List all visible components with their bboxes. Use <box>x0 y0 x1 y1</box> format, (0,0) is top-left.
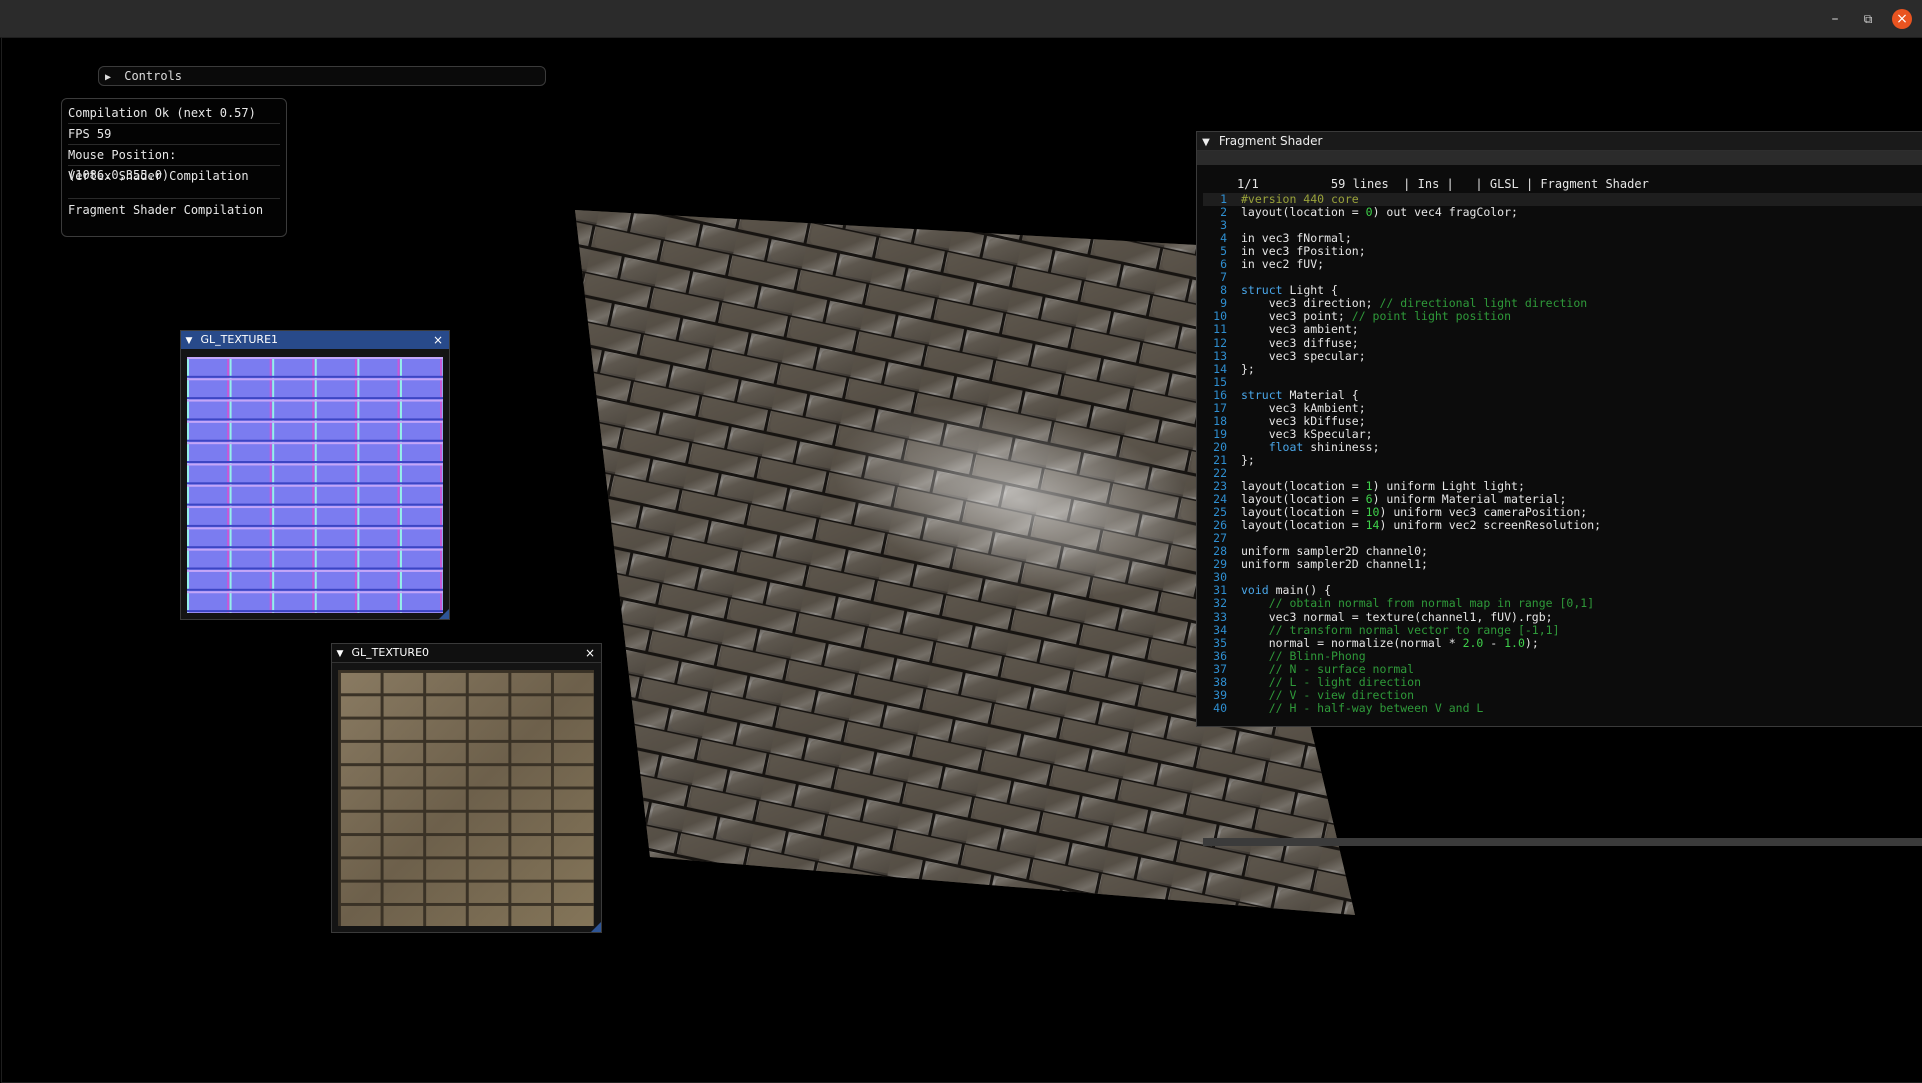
line-number: 38 <box>1213 674 1227 689</box>
code-line[interactable]: 40 // H - half-way between V and L <box>1203 700 1922 715</box>
line-number: 19 <box>1213 426 1227 441</box>
code-text: in vec2 fUV; <box>1241 257 1325 272</box>
compilation-status: Compilation Ok (next 0.57) <box>68 103 280 124</box>
code-text: struct Material { <box>1241 387 1359 402</box>
editor-toolbar <box>1197 151 1922 165</box>
vertex-shader-compilation-label: Vertex Shader Compilation <box>68 166 280 199</box>
code-text: layout(location = 6) uniform Material ma… <box>1241 492 1567 507</box>
window-title-bar: – ⧉ × <box>0 0 1922 38</box>
code-text: vec3 kDiffuse; <box>1241 413 1366 428</box>
resize-grip-icon[interactable] <box>439 609 449 619</box>
code-text: in vec3 fPosition; <box>1241 244 1366 259</box>
code-line[interactable]: 6 in vec2 fUV; <box>1203 258 1922 271</box>
close-icon[interactable]: × <box>585 644 595 662</box>
code-text: normal = normalize(normal * 2.0 - 1.0); <box>1241 635 1539 650</box>
line-number: 39 <box>1213 687 1227 702</box>
code-text: // Blinn-Phong <box>1268 648 1366 663</box>
code-text: }; <box>1241 452 1255 467</box>
code-line[interactable]: 21}; <box>1203 452 1922 467</box>
code-line[interactable]: 2 layout(location = 0) out vec4 fragColor… <box>1203 205 1922 220</box>
code-line[interactable]: 20 float shininess; <box>1203 439 1922 454</box>
code-line[interactable]: 26 layout(location = 14) uniform vec2 scr… <box>1203 519 1922 532</box>
code-text: layout(location = 0) out vec4 fragColor; <box>1241 205 1518 220</box>
code-text: vec3 direction; // directional light dir… <box>1241 296 1588 311</box>
texture0-title-bar[interactable]: ▼ GL_TEXTURE0 × <box>332 644 601 663</box>
code-text: layout(location = 10) uniform vec3 camer… <box>1241 505 1588 520</box>
code-text: vec3 ambient; <box>1241 322 1359 337</box>
code-text: // L - light direction <box>1268 674 1422 689</box>
code-editor[interactable]: 1 #version 440 core 2 layout(location = 0) … <box>1203 193 1922 837</box>
expand-arrow-icon[interactable]: ▶ <box>99 69 117 87</box>
maximize-button[interactable]: ⧉ <box>1858 9 1878 29</box>
code-text: vec3 kSpecular; <box>1241 426 1373 441</box>
code-text: layout(location = 1) uniform Light light… <box>1241 479 1525 494</box>
line-number: 40 <box>1213 700 1227 715</box>
code-text: layout(location = 14) uniform vec2 scree… <box>1241 518 1602 533</box>
collapse-arrow-icon[interactable]: ▼ <box>181 332 197 350</box>
code-text: vec3 point; // point light position <box>1241 309 1512 324</box>
code-text: uniform sampler2D channel0; <box>1241 544 1428 559</box>
minimize-button[interactable]: – <box>1825 9 1845 29</box>
normal-map-texture-image <box>187 357 443 613</box>
line-number: 17 <box>1213 400 1227 415</box>
fragment-shader-title: Fragment Shader <box>1218 134 1323 148</box>
resize-grip-icon[interactable] <box>591 922 601 932</box>
line-number: 12 <box>1213 335 1227 350</box>
line-number: 13 <box>1213 348 1227 363</box>
texture0-window[interactable]: ▼ GL_TEXTURE0 × <box>331 643 602 933</box>
controls-collapsible-header[interactable]: ▶ Controls <box>98 66 546 86</box>
code-text: void main() { <box>1241 583 1332 598</box>
code-line[interactable]: 13 vec3 specular; <box>1203 348 1922 363</box>
diffuse-texture-image <box>338 670 594 926</box>
code-text: vec3 diffuse; <box>1241 335 1359 350</box>
fragment-shader-compilation-label: Fragment Shader Compilation <box>68 203 264 217</box>
code-text: }; <box>1241 361 1255 376</box>
collapse-arrow-icon[interactable]: ▼ <box>1197 134 1215 152</box>
code-text: uniform sampler2D channel1; <box>1241 557 1428 572</box>
line-number: 36 <box>1213 648 1227 663</box>
code-text: float shininess; <box>1268 439 1380 454</box>
collapse-arrow-icon[interactable]: ▼ <box>332 645 348 663</box>
code-text: in vec3 fNormal; <box>1241 231 1352 246</box>
close-icon[interactable]: × <box>433 331 443 349</box>
horizontal-scrollbar[interactable] <box>1203 838 1922 846</box>
line-number: 37 <box>1213 661 1227 676</box>
code-text: // transform normal vector to range [-1,… <box>1268 622 1560 637</box>
texture1-window[interactable]: ▼ GL_TEXTURE1 × <box>180 330 450 620</box>
close-button[interactable]: × <box>1892 9 1912 29</box>
texture0-title: GL_TEXTURE0 <box>351 646 430 659</box>
line-number: 34 <box>1213 622 1227 637</box>
code-line[interactable]: 29 uniform sampler2D channel1; <box>1203 558 1922 571</box>
controls-label: Controls <box>124 69 183 83</box>
line-number: 15 <box>1213 374 1227 389</box>
status-panel: Compilation Ok (next 0.57) FPS 59 Mouse … <box>61 98 287 237</box>
code-text: // obtain normal from normal map in rang… <box>1268 596 1595 611</box>
texture1-title-bar[interactable]: ▼ GL_TEXTURE1 × <box>181 331 449 349</box>
line-number: 32 <box>1213 596 1227 611</box>
code-text: vec3 normal = texture(channel1, fUV).rgb… <box>1241 609 1553 624</box>
code-text: struct Light { <box>1241 283 1338 298</box>
line-number: 16 <box>1213 387 1227 402</box>
fps-readout: FPS 59 <box>68 124 280 145</box>
code-text: #version 440 core <box>1241 193 1359 206</box>
line-number: 33 <box>1213 609 1227 624</box>
line-number: 14 <box>1213 361 1227 376</box>
code-text: // N - surface normal <box>1268 661 1415 676</box>
line-number: 35 <box>1213 635 1227 650</box>
mouse-position-readout: Mouse Position: (1086.0,355.0) <box>68 145 280 182</box>
code-text: // V - view direction <box>1268 687 1415 702</box>
fragment-shader-title-bar[interactable]: ▼ Fragment Shader <box>1197 132 1922 151</box>
code-line[interactable]: 14}; <box>1203 361 1922 376</box>
editor-status-line: 1/1 59 lines | Ins | | GLSL | Fragment S… <box>1237 177 1649 191</box>
code-text: // H - half-way between V and L <box>1268 700 1484 715</box>
code-text: vec3 specular; <box>1241 348 1366 363</box>
line-number: 20 <box>1213 439 1227 454</box>
code-text: vec3 kAmbient; <box>1241 400 1366 415</box>
line-number: 18 <box>1213 413 1227 428</box>
texture1-title: GL_TEXTURE1 <box>200 333 279 346</box>
fragment-shader-window[interactable]: ▼ Fragment Shader 1/1 59 lines | Ins | |… <box>1196 131 1922 846</box>
line-number: 11 <box>1213 322 1227 337</box>
